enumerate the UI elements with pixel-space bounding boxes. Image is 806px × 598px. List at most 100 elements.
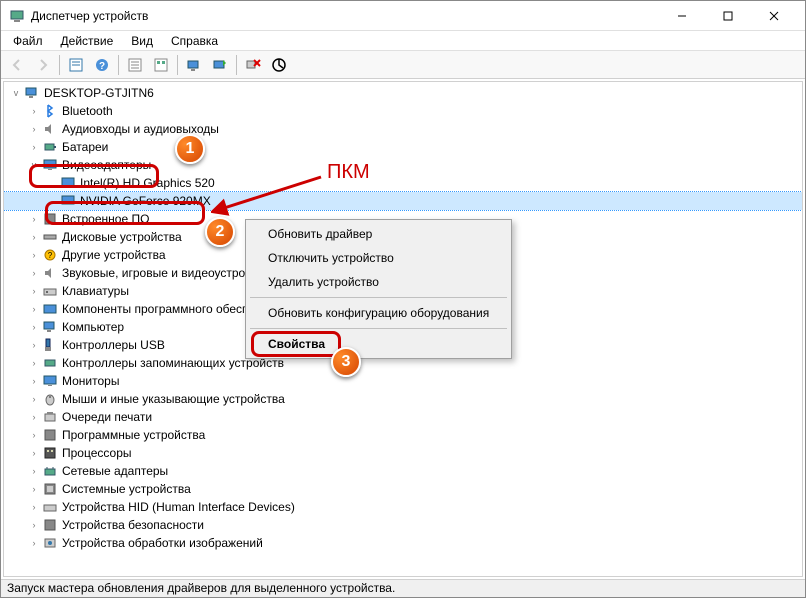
display-icon <box>42 157 58 173</box>
category-icon <box>42 427 58 443</box>
ctx-disable-device[interactable]: Отключить устройство <box>248 246 509 270</box>
svg-text:?: ? <box>48 251 53 260</box>
tree-item[interactable]: ›Мониторы <box>4 372 802 390</box>
tree-root[interactable]: v DESKTOP-GTJITN6 <box>4 84 802 102</box>
toolbar-update[interactable] <box>208 53 232 77</box>
ctx-uninstall-device[interactable]: Удалить устройство <box>248 270 509 294</box>
ctx-update-driver[interactable]: Обновить драйвер <box>248 222 509 246</box>
tree-item[interactable]: ›Процессоры <box>4 444 802 462</box>
tree-item-label: Встроенное ПО <box>62 212 149 226</box>
tree-item-label: Bluetooth <box>62 104 113 118</box>
minimize-button[interactable] <box>659 1 705 31</box>
tree-item-battery[interactable]: › Батареи <box>4 138 802 156</box>
category-icon <box>42 409 58 425</box>
category-icon <box>42 391 58 407</box>
toolbar-back <box>5 53 29 77</box>
bluetooth-icon <box>42 103 58 119</box>
menu-help[interactable]: Справка <box>163 32 226 50</box>
category-icon <box>42 373 58 389</box>
tree-item-label: Устройства безопасности <box>62 518 204 532</box>
tree-root-label: DESKTOP-GTJITN6 <box>44 86 154 100</box>
tree-item-bluetooth[interactable]: › Bluetooth <box>4 102 802 120</box>
toolbar-help[interactable]: ? <box>90 53 114 77</box>
tree-item[interactable]: ›Устройства безопасности <box>4 516 802 534</box>
category-icon <box>42 229 58 245</box>
tree-item-video-adapters[interactable]: v Видеоадаптеры <box>4 156 802 174</box>
tree-item[interactable]: ›Программные устройства <box>4 426 802 444</box>
title-bar: Диспетчер устройств <box>1 1 805 31</box>
tree-item-label: Устройства обработки изображений <box>62 536 263 550</box>
display-icon <box>60 175 76 191</box>
tree-item[interactable]: ›Устройства обработки изображений <box>4 534 802 552</box>
toolbar-forward <box>31 53 55 77</box>
tree-item-label: Процессоры <box>62 446 132 460</box>
tree-item-label: Мыши и иные указывающие устройства <box>62 392 285 406</box>
category-icon <box>42 283 58 299</box>
category-icon <box>42 211 58 227</box>
status-text: Запуск мастера обновления драйверов для … <box>7 581 395 595</box>
tree-item-label: Сетевые адаптеры <box>62 464 168 478</box>
category-icon <box>42 499 58 515</box>
menu-bar: Файл Действие Вид Справка <box>1 31 805 51</box>
tree-item-label: Очереди печати <box>62 410 152 424</box>
computer-icon <box>24 85 40 101</box>
tree-item-label: Видеоадаптеры <box>62 158 151 172</box>
tree-item[interactable]: ›Системные устройства <box>4 480 802 498</box>
toolbar-scan[interactable] <box>182 53 206 77</box>
category-icon <box>42 319 58 335</box>
category-icon <box>42 481 58 497</box>
tree-item-label: Программные устройства <box>62 428 205 442</box>
tree-item-label: NVIDIA GeForce 920MX <box>80 194 211 208</box>
ctx-properties[interactable]: Свойства <box>248 332 509 356</box>
toolbar-properties[interactable] <box>64 53 88 77</box>
toolbar: ? <box>1 51 805 79</box>
tree-item-label: Компьютер <box>62 320 124 334</box>
context-menu: Обновить драйвер Отключить устройство Уд… <box>245 219 512 359</box>
tree-item-label: Intel(R) HD Graphics 520 <box>80 176 215 190</box>
toolbar-list[interactable] <box>123 53 147 77</box>
svg-text:?: ? <box>99 61 105 72</box>
tree-item-intel-graphics[interactable]: · Intel(R) HD Graphics 520 <box>4 174 802 192</box>
category-icon <box>42 463 58 479</box>
category-icon <box>42 355 58 371</box>
tree-item[interactable]: ›Сетевые адаптеры <box>4 462 802 480</box>
menu-action[interactable]: Действие <box>53 32 122 50</box>
category-icon: ? <box>42 247 58 263</box>
tree-item-label: Устройства HID (Human Interface Devices) <box>62 500 295 514</box>
menu-view[interactable]: Вид <box>123 32 161 50</box>
toolbar-disable[interactable] <box>267 53 291 77</box>
tree-item-label: Мониторы <box>62 374 119 388</box>
tree-item-audio[interactable]: › Аудиовходы и аудиовыходы <box>4 120 802 138</box>
toolbar-list2[interactable] <box>149 53 173 77</box>
battery-icon <box>42 139 58 155</box>
category-icon <box>42 337 58 353</box>
menu-file[interactable]: Файл <box>5 32 51 50</box>
tree-item-nvidia[interactable]: · NVIDIA GeForce 920MX <box>4 192 802 210</box>
tree-item[interactable]: ›Устройства HID (Human Interface Devices… <box>4 498 802 516</box>
ctx-separator <box>250 297 507 298</box>
audio-icon <box>42 121 58 137</box>
toolbar-uninstall[interactable] <box>241 53 265 77</box>
tree-item-label: Системные устройства <box>62 482 191 496</box>
tree-item-label: Другие устройства <box>62 248 166 262</box>
window-title: Диспетчер устройств <box>31 9 659 23</box>
ctx-scan-hardware[interactable]: Обновить конфигурацию оборудования <box>248 301 509 325</box>
tree-item-label: Аудиовходы и аудиовыходы <box>62 122 219 136</box>
tree-item-label: Батареи <box>62 140 108 154</box>
tree-item[interactable]: ›Очереди печати <box>4 408 802 426</box>
tree-item[interactable]: ›Мыши и иные указывающие устройства <box>4 390 802 408</box>
category-icon <box>42 301 58 317</box>
maximize-button[interactable] <box>705 1 751 31</box>
app-icon <box>9 8 25 24</box>
status-bar: Запуск мастера обновления драйверов для … <box>1 579 805 597</box>
tree-item-label: Дисковые устройства <box>62 230 182 244</box>
tree-item-label: Контроллеры USB <box>62 338 165 352</box>
category-icon <box>42 445 58 461</box>
category-icon <box>42 535 58 551</box>
ctx-separator <box>250 328 507 329</box>
tree-item-label: Клавиатуры <box>62 284 129 298</box>
close-button[interactable] <box>751 1 797 31</box>
category-icon <box>42 265 58 281</box>
display-icon <box>60 193 76 209</box>
category-icon <box>42 517 58 533</box>
